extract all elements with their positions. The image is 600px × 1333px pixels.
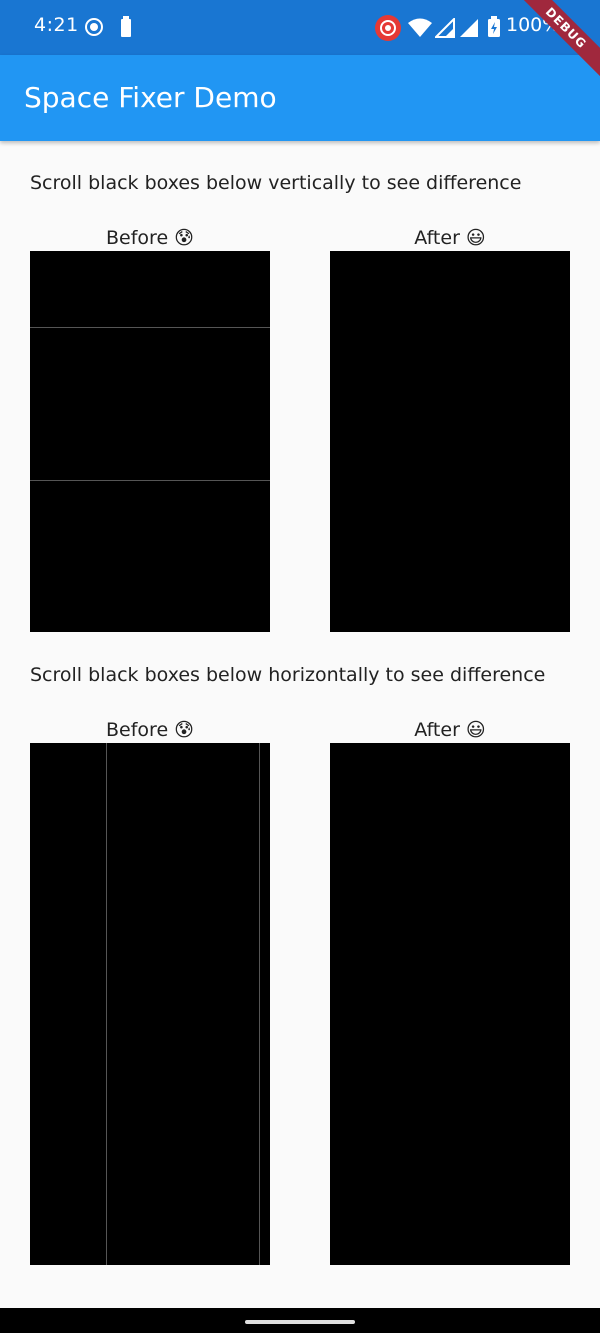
battery-icon xyxy=(487,16,501,42)
seam-line xyxy=(30,327,270,328)
vertical-before-label: Before 😰 xyxy=(106,227,194,249)
horizontal-after-scroll-box[interactable] xyxy=(330,743,570,1265)
signal-icon xyxy=(433,16,455,42)
recording-icon xyxy=(374,14,402,46)
horizontal-before-scroll-box[interactable] xyxy=(30,743,270,1265)
seam-line xyxy=(106,743,107,1265)
vertical-section-description: Scroll black boxes below vertically to s… xyxy=(30,172,522,194)
seam-line xyxy=(30,480,270,481)
vertical-after-label: After 😃 xyxy=(414,227,486,249)
battery-small-icon xyxy=(120,16,132,42)
wifi-icon xyxy=(408,18,432,42)
home-gesture-handle[interactable] xyxy=(245,1320,355,1324)
screen: 4:21 100% Space Fixer Demo DEBUG Scroll … xyxy=(0,0,600,1333)
seam-line xyxy=(259,743,260,1265)
status-bar: 4:21 100% xyxy=(0,0,600,55)
vertical-after-scroll-box[interactable] xyxy=(330,251,570,632)
horizontal-section-description: Scroll black boxes below horizontally to… xyxy=(30,664,546,686)
vertical-before-scroll-box[interactable] xyxy=(30,251,270,632)
horizontal-after-label: After 😃 xyxy=(414,719,486,741)
screen-record-icon xyxy=(83,16,105,42)
signal-icon xyxy=(459,18,479,42)
app-title: Space Fixer Demo xyxy=(24,81,277,114)
status-time: 4:21 xyxy=(34,14,79,36)
app-bar: Space Fixer Demo xyxy=(0,55,600,141)
horizontal-before-label: Before 😰 xyxy=(106,719,194,741)
navigation-bar xyxy=(0,1308,600,1333)
